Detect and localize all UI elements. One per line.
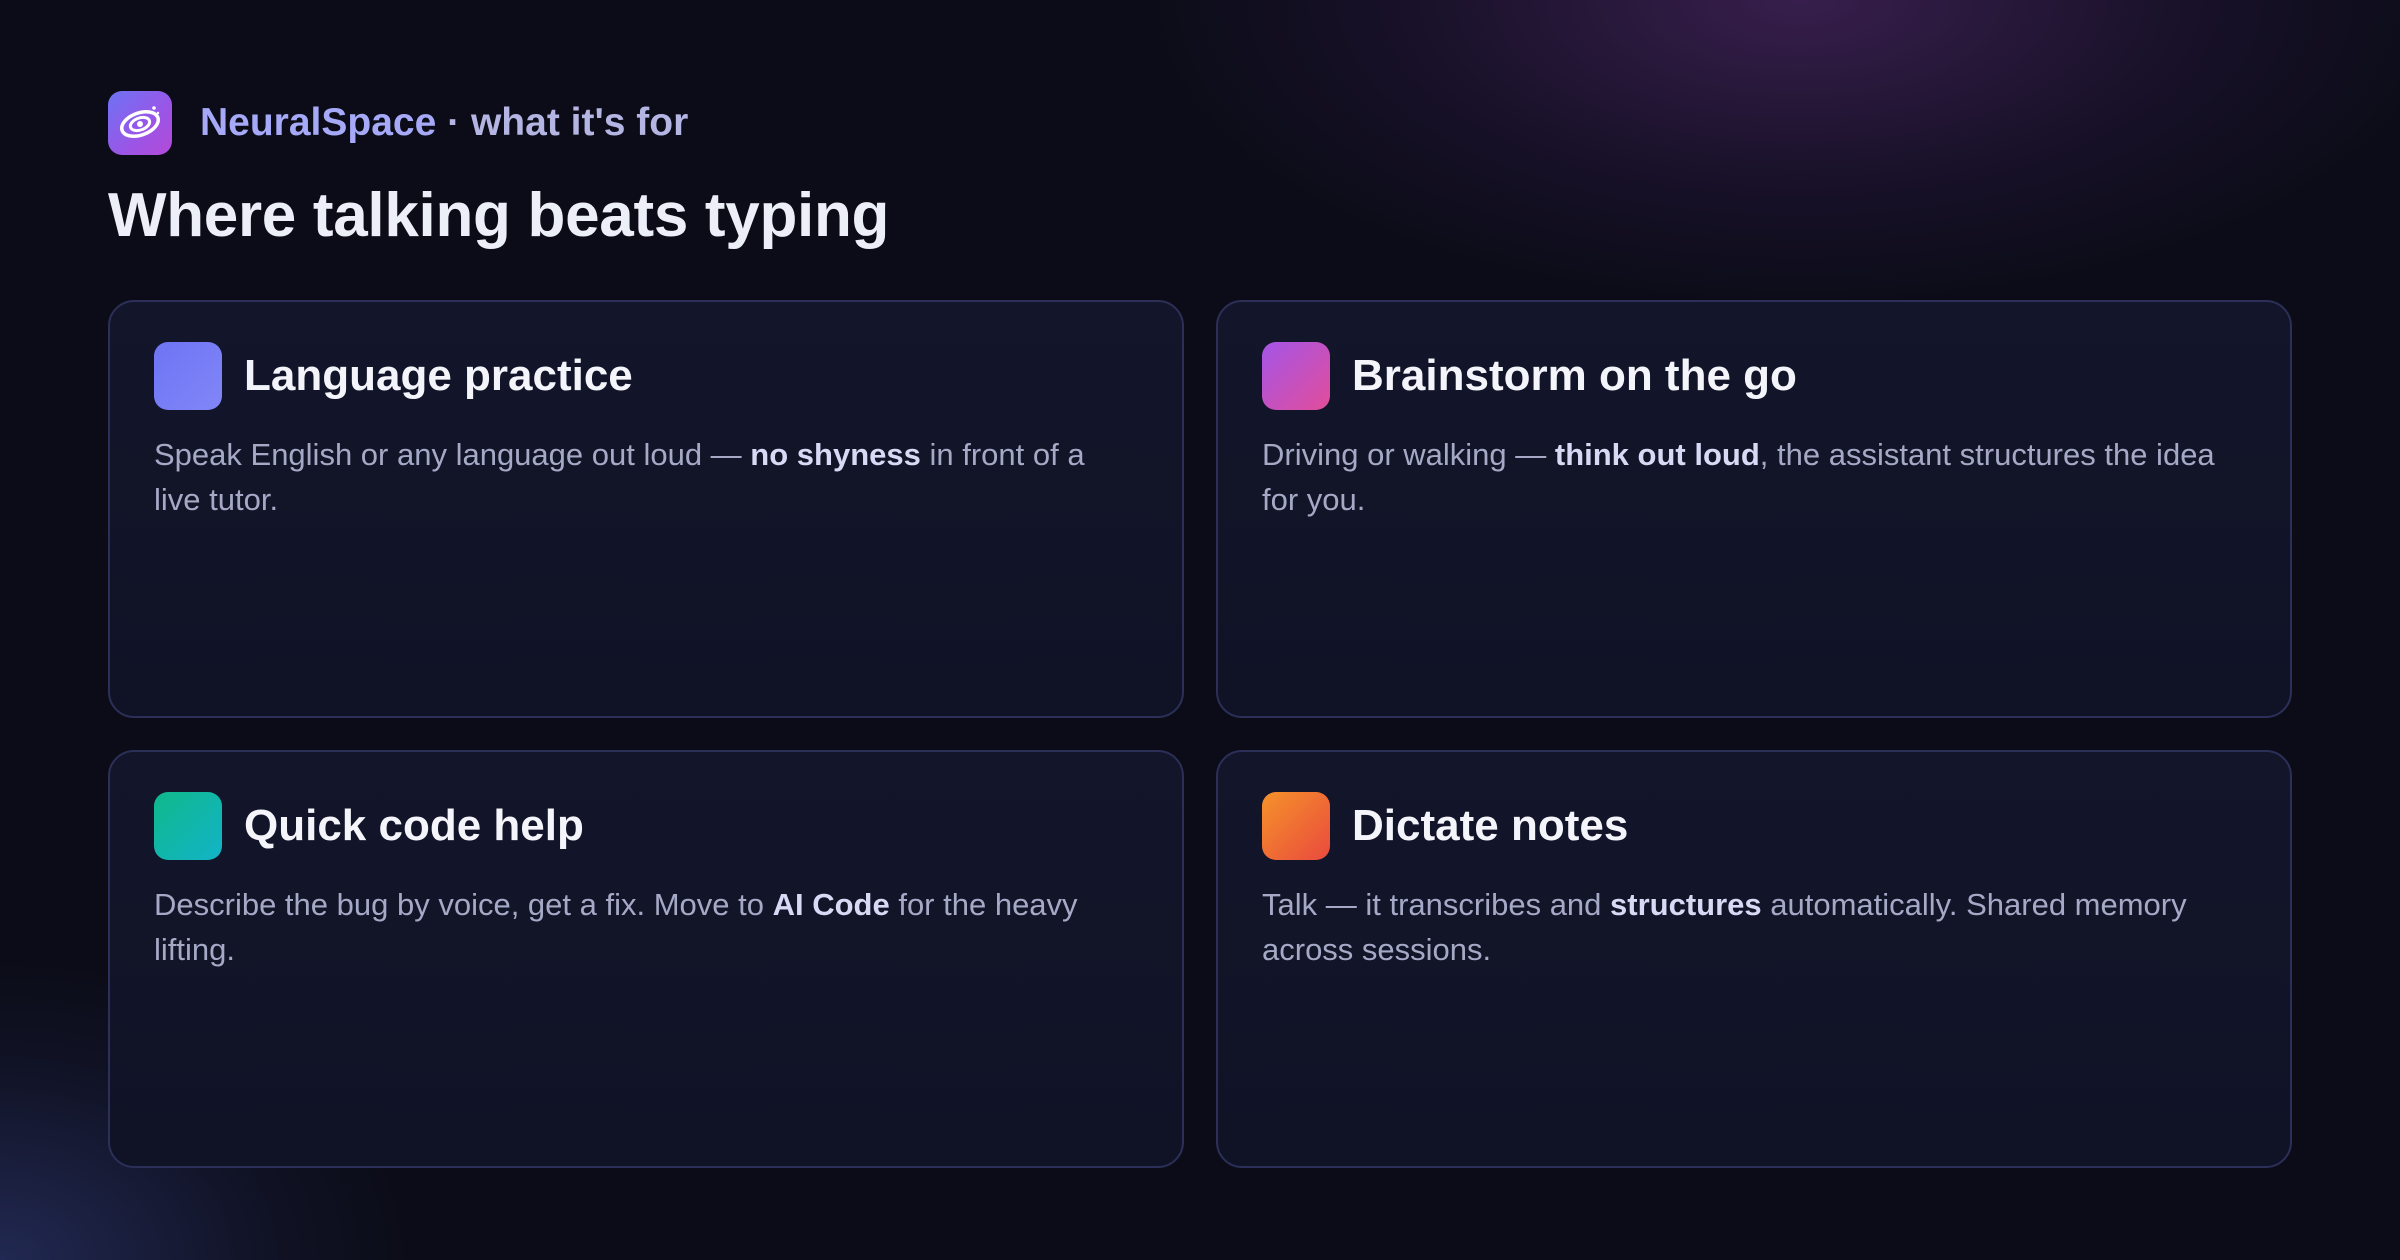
card-title: Quick code help <box>244 801 584 850</box>
card-language-practice: Language practice Speak English or any l… <box>108 300 1184 718</box>
card-quick-code-help: Quick code help Describe the bug by voic… <box>108 750 1184 1168</box>
page-title: Where talking beats typing <box>108 181 890 250</box>
brand-title: NeuralSpace · what it's for <box>200 101 688 145</box>
brand-separator: · <box>436 101 471 144</box>
page: NeuralSpace · what it's for Where talkin… <box>0 0 2400 1260</box>
brand-tagline: what it's for <box>470 101 689 144</box>
teal-square-icon <box>154 792 222 860</box>
brand-header: NeuralSpace · what it's for <box>108 91 688 155</box>
card-description: Driving or walking — think out loud, the… <box>1262 437 2215 517</box>
card-brainstorm: Brainstorm on the go Driving or walking … <box>1216 300 2292 718</box>
brand-name: NeuralSpace <box>200 101 437 144</box>
card-title: Brainstorm on the go <box>1352 351 1797 400</box>
indigo-square-icon <box>154 342 222 410</box>
card-dictate-notes: Dictate notes Talk — it transcribes and … <box>1216 750 2292 1168</box>
purple-pink-square-icon <box>1262 342 1330 410</box>
card-title: Dictate notes <box>1352 801 1629 850</box>
spiral-galaxy-icon <box>108 91 172 155</box>
card-description: Speak English or any language out loud —… <box>154 437 1085 517</box>
card-title: Language practice <box>244 351 633 400</box>
orange-red-square-icon <box>1262 792 1330 860</box>
card-description: Describe the bug by voice, get a fix. Mo… <box>154 887 1078 967</box>
card-description: Talk — it transcribes and structures aut… <box>1262 887 2187 967</box>
